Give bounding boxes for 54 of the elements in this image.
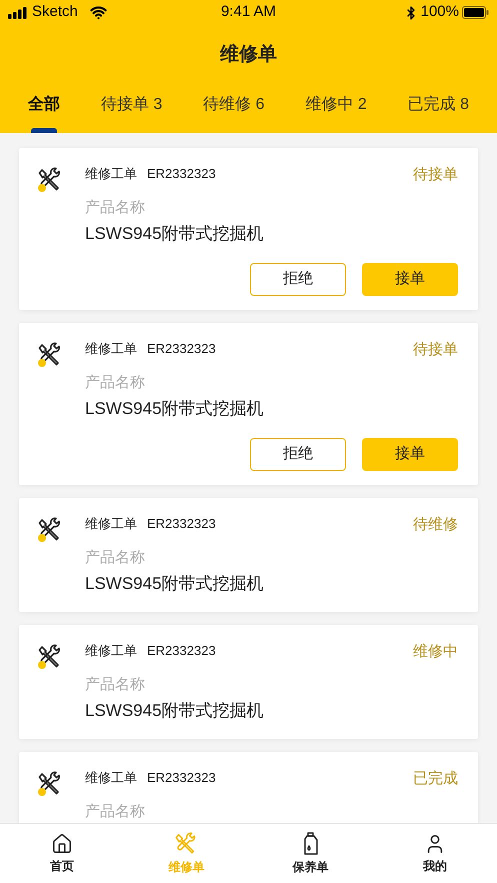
filter-tab[interactable]: 待接单 3 [100,85,162,133]
filter-tab[interactable]: 维修中 2 [305,85,367,133]
product-label: 产品名称 [85,374,146,392]
order-status: 待接单 [413,341,458,359]
filter-tab[interactable]: 已完成 8 [408,85,469,133]
order-card[interactable]: 维修工单 ER2332323 待接单 产品名称 LSWS945附带式挖掘机 拒绝 接单 [19,148,478,310]
filter-tab[interactable]: 全部 [28,85,60,133]
home-icon [51,832,74,854]
order-number: ER2332323 [147,516,216,532]
order-type: 维修工单 [85,642,137,658]
order-status: 维修中 [413,643,458,661]
order-number: ER2332323 [147,770,216,786]
order-type: 维修工单 [85,340,137,356]
order-card[interactable]: 维修工单 ER2332323 维修中 产品名称 LSWS945附带式挖掘机 [19,625,478,739]
nav-item[interactable]: 我的 [372,824,497,883]
accept-button[interactable]: 接单 [362,263,458,296]
tools-icon [37,167,63,193]
reject-button[interactable]: 拒绝 [250,263,346,296]
filter-tab[interactable]: 待维修 6 [203,85,264,133]
clock-time: 9:41 AM [220,2,278,22]
tools-icon [37,517,63,543]
order-card[interactable]: 维修工单 ER2332323 待接单 产品名称 LSWS945附带式挖掘机 拒绝 接单 [19,323,478,485]
product-label: 产品名称 [85,676,146,694]
order-status: 已完成 [413,770,458,788]
order-type: 维修工单 [85,516,137,532]
carrier-name: Sketch [32,2,78,22]
product-name: LSWS945附带式挖掘机 [85,398,265,420]
nav-item[interactable]: 首页 [0,824,124,883]
product-label: 产品名称 [85,199,146,217]
tools-icon [37,771,63,797]
battery-icon [462,6,489,19]
order-type: 维修工单 [85,166,137,182]
signal-icon [8,6,28,18]
battery-percent: 100% [420,2,459,22]
order-number: ER2332323 [147,340,216,356]
reject-button[interactable]: 拒绝 [250,438,346,471]
order-number: ER2332323 [147,166,216,182]
page-title: 维修单 [220,42,277,67]
order-number: ER2332323 [147,642,216,658]
nav-item[interactable]: 保养单 [248,824,373,883]
order-status: 待接单 [413,166,458,184]
order-status: 待维修 [413,516,458,534]
order-type: 维修工单 [85,770,137,786]
tools-icon [37,342,63,368]
order-card[interactable]: 维修工单 ER2332323 已完成 产品名称 [19,752,478,823]
accept-button[interactable]: 接单 [362,438,458,471]
tools-icon [37,644,63,670]
product-label: 产品名称 [85,803,146,821]
product-name: LSWS945附带式挖掘机 [85,700,265,722]
product-name: LSWS945附带式挖掘机 [85,223,265,245]
order-card[interactable]: 维修工单 ER2332323 待维修 产品名称 LSWS945附带式挖掘机 [19,498,478,612]
wifi-icon [90,4,107,21]
product-name: LSWS945附带式挖掘机 [85,573,265,595]
product-label: 产品名称 [85,549,146,567]
